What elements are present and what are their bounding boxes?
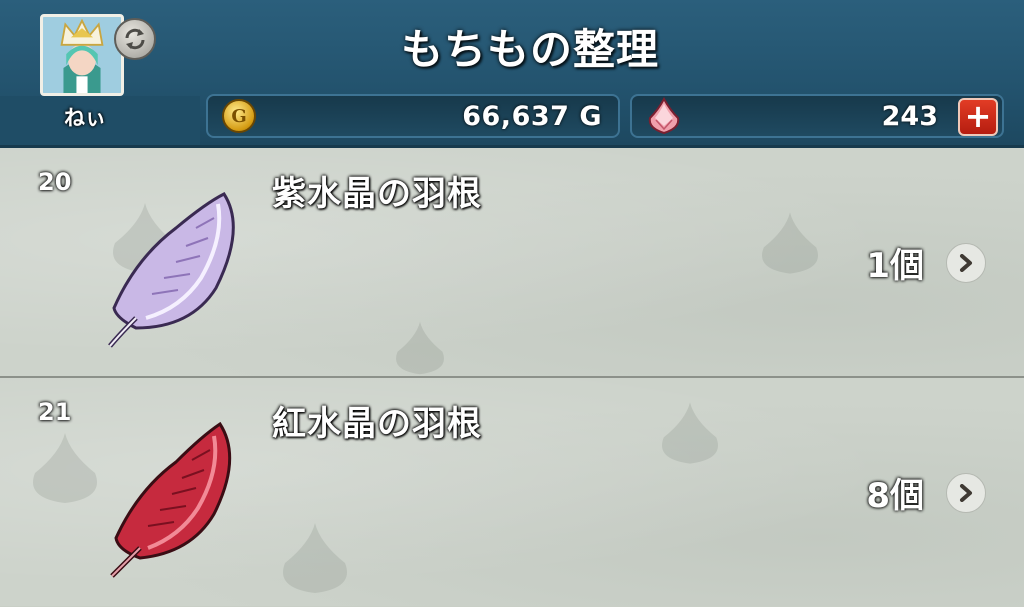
add-gems-button[interactable]: + <box>958 98 998 136</box>
gem-value: 243 <box>881 101 938 132</box>
slime-watermark-icon <box>396 321 444 375</box>
gem-icon <box>648 96 680 135</box>
list-item[interactable]: 21 紅水晶の羽根 8個 <box>0 378 1024 606</box>
item-name: 紫水晶の羽根 <box>272 174 482 214</box>
top-header: ねぃ もちもの整理 G 66,637 G 243 + <box>0 0 1024 148</box>
avatar-portrait-icon <box>43 17 121 93</box>
red-feather-icon <box>110 421 232 578</box>
gold-value: 66,637 G <box>462 101 602 132</box>
item-quantity: 8個 <box>866 476 924 516</box>
list-item[interactable]: 20 紫水晶の羽根 1個 <box>0 148 1024 378</box>
swap-arrows-icon <box>125 28 145 50</box>
chevron-right-icon <box>960 484 972 502</box>
chevron-right-icon <box>960 254 972 272</box>
gem-balance: 243 + <box>630 94 1004 138</box>
player-name: ねぃ <box>64 106 106 130</box>
purple-feather-icon <box>108 192 235 348</box>
item-detail-button[interactable] <box>946 473 986 513</box>
slime-watermark-icon <box>283 523 347 593</box>
item-detail-button[interactable] <box>946 243 986 283</box>
item-number: 20 <box>38 168 72 196</box>
item-list: 20 紫水晶の羽根 1個 21 紅水晶の羽根 8個 <box>0 148 1024 607</box>
page-title: もちもの整理 <box>400 25 659 74</box>
item-number: 21 <box>38 398 72 426</box>
slime-watermark-icon <box>762 212 818 274</box>
gold-coin-icon: G <box>222 99 256 133</box>
gold-balance: G 66,637 G <box>206 94 620 138</box>
slime-watermark-icon <box>662 402 718 464</box>
player-avatar[interactable] <box>40 14 124 96</box>
swap-character-button[interactable] <box>114 18 156 60</box>
item-name: 紅水晶の羽根 <box>272 404 482 444</box>
item-quantity: 1個 <box>866 246 924 286</box>
